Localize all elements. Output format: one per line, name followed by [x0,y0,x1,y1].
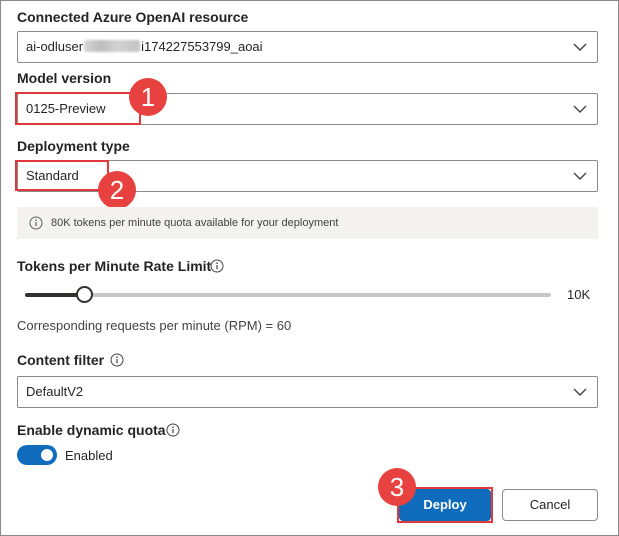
chevron-down-icon [573,41,587,53]
info-icon[interactable] [166,423,180,437]
model-version-select[interactable]: 0125-Preview [17,93,598,125]
dynamic-quota-toggle[interactable] [17,445,57,465]
cancel-button[interactable]: Cancel [502,489,598,521]
callout-badge-2: 2 [98,171,136,209]
redacted-blur [84,40,141,52]
quota-info-bar: 80K tokens per minute quota available fo… [17,207,598,239]
info-icon [29,216,43,230]
chevron-down-icon [573,170,587,182]
rate-limit-slider-thumb[interactable] [76,286,93,303]
content-filter-value: DefaultV2 [26,384,84,399]
deployment-type-label: Deployment type [17,138,130,154]
dynamic-quota-state: Enabled [65,448,113,463]
content-filter-label: Content filter [17,352,105,368]
info-icon[interactable] [210,259,224,273]
chevron-down-icon [573,386,587,398]
resource-value-suffix: i174227553799_aoai [141,39,263,54]
model-version-value: 0125-Preview [26,101,106,116]
chevron-down-icon [573,103,587,115]
content-filter-select[interactable]: DefaultV2 [17,376,598,408]
rpm-text: Corresponding requests per minute (RPM) … [17,318,292,333]
resource-label: Connected Azure OpenAI resource [17,9,249,25]
rate-limit-label: Tokens per Minute Rate Limit [17,258,211,274]
toggle-knob [41,449,53,461]
resource-select[interactable]: ai-odluser i174227553799_aoai [17,31,598,63]
resource-value-prefix: ai-odluser [26,39,84,54]
resource-value: ai-odluser i174227553799_aoai [26,32,263,62]
rate-limit-slider-track[interactable] [25,293,551,297]
rate-limit-label-text: Tokens per Minute Rate Limit [17,258,212,274]
rate-limit-value: 10K [567,287,591,302]
info-icon[interactable] [110,353,124,367]
dynamic-quota-label: Enable dynamic quota [17,422,166,438]
deployment-type-value: Standard [26,168,79,183]
model-version-label: Model version [17,70,112,86]
quota-info-text: 80K tokens per minute quota available fo… [51,217,339,229]
deploy-panel: Connected Azure OpenAI resource ai-odlus… [0,0,619,536]
callout-badge-3: 3 [378,468,416,506]
callout-badge-1: 1 [129,78,167,116]
